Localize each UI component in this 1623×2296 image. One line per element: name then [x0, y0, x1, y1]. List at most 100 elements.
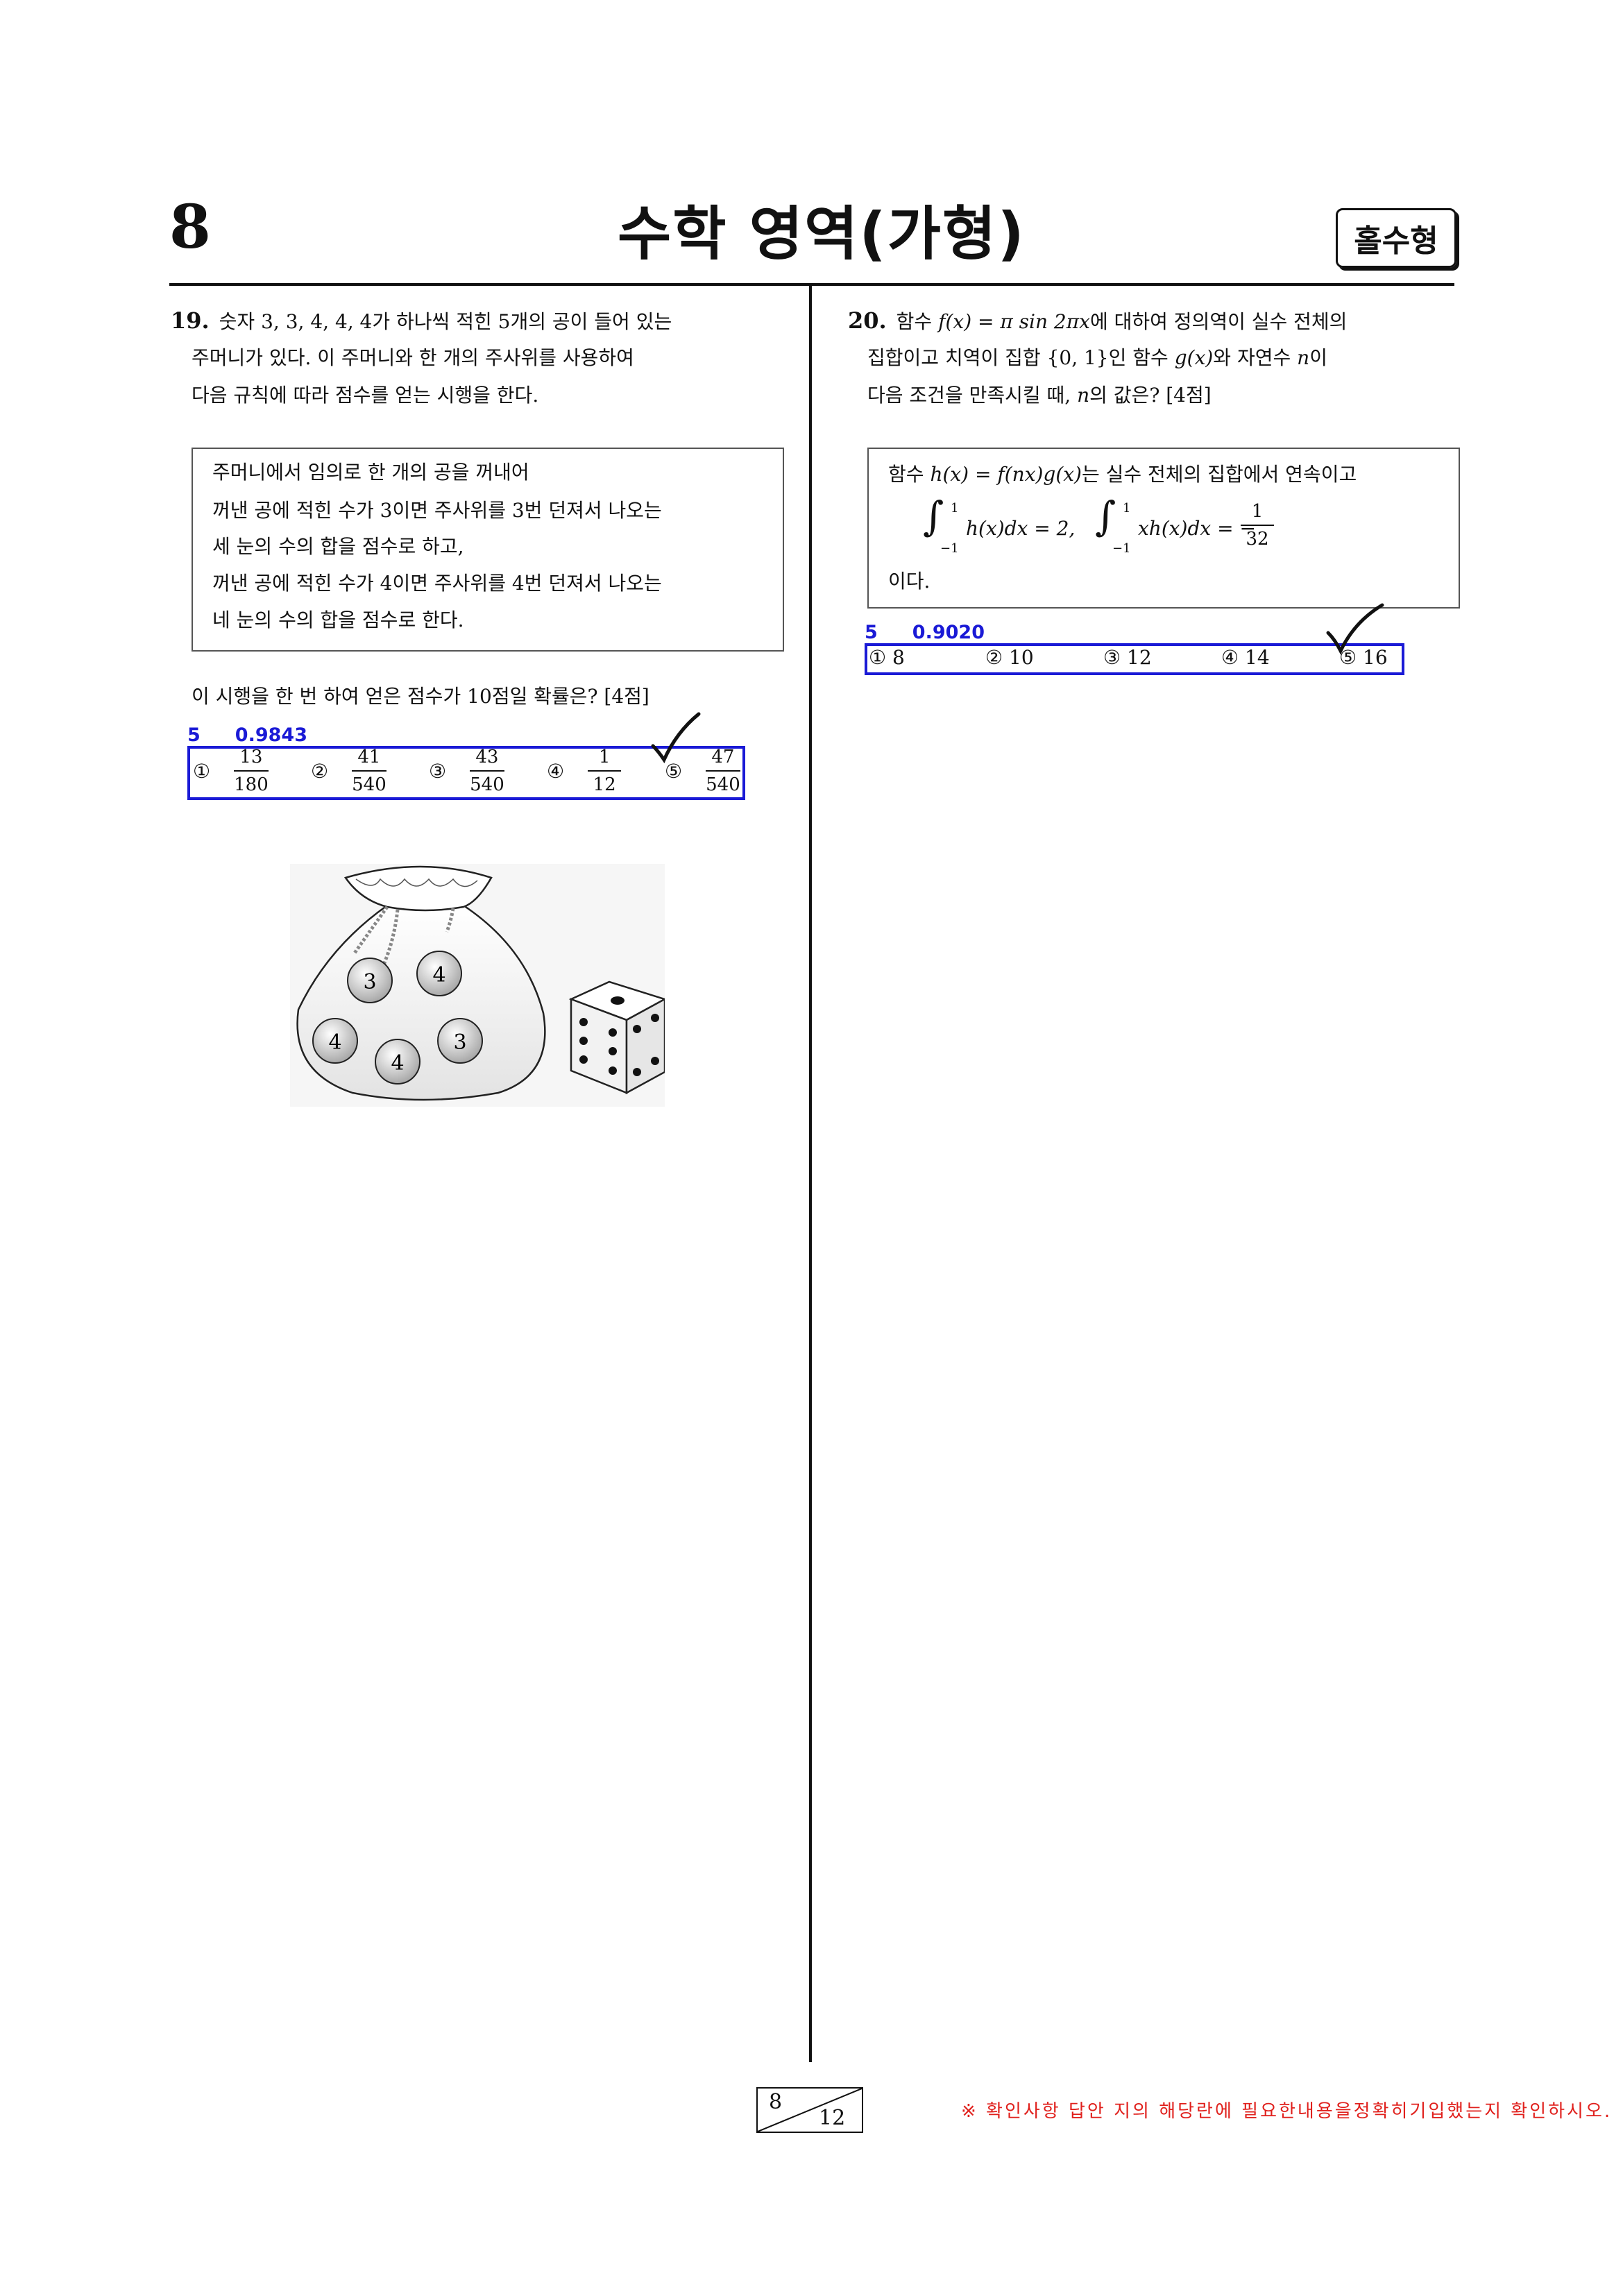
choice-mark: ④	[1221, 646, 1239, 669]
fraction-bar	[352, 770, 386, 772]
q20-answer: 5	[865, 622, 878, 643]
ball-icon: 4	[312, 1018, 358, 1064]
q19-rule-3: 세 눈의 수의 합을 점수로 하고,	[212, 535, 464, 558]
ball-icon: 4	[416, 951, 462, 996]
q20-text: 는 실수 전체의 집합에서 연속이고	[1081, 463, 1357, 486]
choice-mark: ③	[1103, 646, 1121, 669]
integral-1-body: h(x)dx = 2,	[966, 517, 1076, 540]
denominator: 32	[1246, 529, 1269, 550]
denominator: 12	[593, 774, 616, 795]
numerator: 13	[239, 747, 263, 767]
choice-mark: ④	[547, 759, 565, 783]
q20-text: 다음 조건을 만족시킬 때,	[867, 384, 1071, 407]
q19-rule-5: 네 눈의 수의 합을 점수로 한다.	[212, 609, 464, 631]
q20-var-n: n	[1077, 384, 1090, 407]
choice-value: 8	[892, 646, 905, 669]
integral-sign-icon: ∫	[1095, 493, 1116, 540]
choice-mark: ③	[429, 759, 447, 783]
q20-check-mark-icon	[1326, 603, 1384, 655]
integral-2-fraction: 1 32	[1241, 502, 1274, 548]
q19-confidence: 0.9843	[235, 724, 307, 746]
denominator: 180	[234, 774, 269, 795]
q20-choice-2[interactable]: ② 10	[985, 646, 1034, 669]
q20-line-3: 다음 조건을 만족시킬 때, n의 값은? [4점]	[867, 386, 1212, 405]
q19-number: 19.	[171, 307, 210, 334]
integral-upper-limit: 1	[951, 501, 959, 516]
q20-cond-end: 이다.	[888, 570, 931, 593]
ball-label: 3	[453, 1030, 466, 1055]
ball-label: 4	[391, 1051, 404, 1075]
q20-function-h: h(x) = f(nx)g(x)	[930, 463, 1082, 486]
choice-value: 14	[1245, 646, 1270, 669]
fraction: 43 540	[470, 748, 504, 794]
q20-text: 와 자연수	[1213, 346, 1291, 369]
current-page: 8	[769, 2090, 783, 2114]
ball-icon: 3	[437, 1018, 483, 1064]
q19-answer: 5	[187, 724, 201, 746]
choice-mark: ②	[985, 646, 1003, 669]
ball-icon: 3	[347, 958, 393, 1003]
numerator: 1	[1251, 501, 1264, 522]
q20-choice-1[interactable]: ① 8	[869, 646, 905, 669]
denominator: 540	[470, 774, 504, 795]
q20-confidence: 0.9020	[912, 622, 985, 643]
q20-number: 20.	[848, 307, 887, 334]
q20-text: 함수	[896, 310, 933, 333]
q19-check-mark-icon	[651, 712, 701, 764]
q20-text: 이	[1309, 346, 1327, 369]
choice-mark: ②	[311, 759, 329, 783]
ball-icon: 4	[375, 1039, 420, 1085]
q20-choice-3[interactable]: ③ 12	[1103, 646, 1152, 669]
dice-icon	[568, 980, 665, 1095]
integral-sign-icon: ∫	[923, 493, 944, 540]
q20-function-g: g(x)	[1174, 346, 1214, 369]
bag-and-dice-illustration: 3 4 4 3 4	[290, 864, 665, 1107]
q19-line-1: 19. 숫자 3, 3, 4, 4, 4가 하나씩 적힌 5개의 공이 들어 있는	[171, 309, 672, 332]
q19-choice-2[interactable]: ② 41 540	[311, 748, 386, 794]
q19-question: 이 시행을 한 번 하여 얻은 점수가 10점일 확률은? [4점]	[192, 685, 649, 708]
q20-choice-4[interactable]: ④ 14	[1221, 646, 1270, 669]
choice-mark: ①	[193, 759, 211, 783]
fraction: 13 180	[234, 748, 269, 794]
fraction-bar	[1241, 525, 1274, 526]
fraction-bar	[588, 770, 622, 772]
integral-lower-limit: −1	[1112, 541, 1131, 556]
q20-text: 집합이고 치역이 집합	[867, 346, 1041, 369]
q19-choice-3[interactable]: ③ 43 540	[429, 748, 504, 794]
page-title: 수학 영역(가형)	[618, 200, 1026, 268]
q20-text: 에 대하여 정의역이 실수 전체의	[1089, 310, 1348, 333]
header-rule	[169, 283, 1454, 286]
q19-choice-1[interactable]: ① 13 180	[193, 748, 269, 794]
integral-2-body: xh(x)dx = −	[1138, 517, 1256, 540]
ball-label: 4	[432, 963, 445, 987]
q19-line-2: 주머니가 있다. 이 주머니와 한 개의 주사위를 사용하여	[192, 346, 634, 369]
fraction-bar	[470, 770, 504, 772]
q20-var-n: n	[1297, 346, 1310, 369]
column-divider	[809, 286, 812, 2062]
choice-value: 10	[1009, 646, 1034, 669]
q20-text: 함수	[888, 463, 924, 486]
q19-choice-4[interactable]: ④ 1 12	[547, 747, 622, 795]
fraction-bar	[706, 770, 740, 772]
q19-line-3: 다음 규칙에 따라 점수를 얻는 시행을 한다.	[192, 384, 539, 407]
numerator: 43	[475, 747, 499, 767]
integral-upper-limit: 1	[1123, 501, 1131, 516]
q19-rule-2: 꺼낸 공에 적힌 수가 3이면 주사위를 3번 던져서 나오는	[212, 499, 662, 522]
numerator: 47	[711, 747, 735, 767]
footer-note: ※ 확인사항 답안 지의 해당란에 필요한내용을정확히기입했는지 확인하시오.	[961, 2101, 1613, 2122]
exam-type-badge: 홀수형	[1336, 208, 1456, 268]
q19-rule-1: 주머니에서 임의로 한 개의 공을 꺼내어	[212, 461, 529, 484]
q20-text: 인 함수	[1108, 346, 1169, 369]
fraction: 1 12	[588, 747, 622, 795]
q19-text-1: 숫자 3, 3, 4, 4, 4가 하나씩 적힌 5개의 공이 들어 있는	[219, 310, 672, 333]
numerator: 1	[598, 747, 611, 767]
fraction-bar	[234, 770, 269, 772]
total-pages: 12	[819, 2106, 846, 2130]
q20-function-f: f(x) = π sin 2πx	[938, 310, 1090, 333]
page-number: 8	[169, 192, 211, 262]
fraction: 41 540	[352, 748, 386, 794]
choice-mark: ①	[869, 646, 887, 669]
q20-answer-header: 5 0.9020	[865, 622, 1019, 643]
q20-line-1: 20. 함수 f(x) = π sin 2πx에 대하여 정의역이 실수 전체의	[848, 309, 1347, 332]
ball-label: 4	[328, 1030, 341, 1055]
